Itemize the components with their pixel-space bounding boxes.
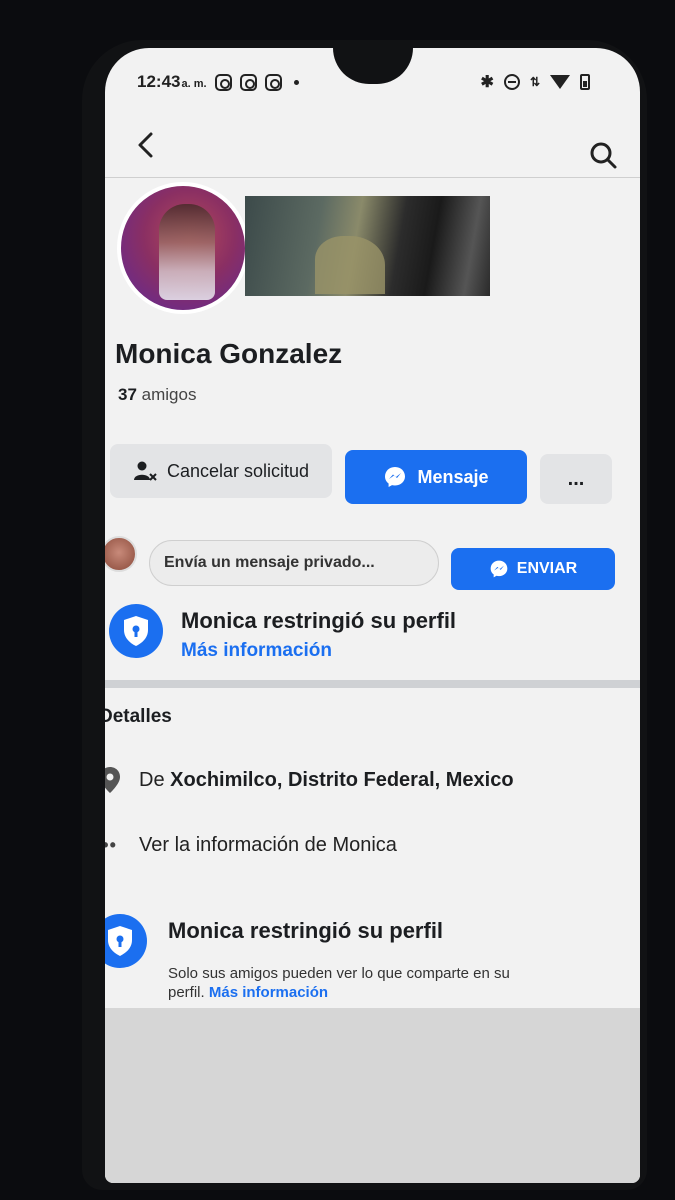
instagram-notification-icon [264, 73, 282, 91]
friends-count[interactable]: 37 amigos [118, 385, 196, 405]
avatar-photo [159, 204, 215, 300]
cancel-friend-request-icon [133, 461, 157, 481]
location-row: De Xochimilco, Distrito Federal, Mexico [105, 766, 514, 794]
more-options-button[interactable]: ... [540, 454, 612, 504]
cancel-request-label: Cancelar solicitud [166, 460, 310, 481]
send-label: ENVIAR [516, 560, 578, 577]
send-button[interactable]: ENVIAR [451, 548, 615, 590]
shield-lock-icon [109, 604, 163, 658]
empty-feed-area [105, 1008, 640, 1183]
shield-lock-icon [105, 914, 147, 968]
restriction-title: Monica restringió su perfil [181, 608, 457, 633]
private-message-input[interactable]: Envía un mensaje privado... [149, 540, 439, 586]
message-label: Mensaje [417, 466, 489, 487]
back-arrow-icon[interactable] [131, 130, 161, 160]
details-heading: Detalles [105, 706, 172, 727]
shield-glyph [108, 926, 132, 956]
message-button[interactable]: Mensaje [345, 450, 527, 504]
status-left: 12:43a. m. [137, 72, 299, 92]
do-not-disturb-icon [503, 74, 520, 90]
status-right: ✱ ⇅ [481, 72, 590, 92]
more-info-link[interactable]: Más información [209, 984, 328, 1001]
messenger-icon [490, 560, 508, 578]
profile-avatar[interactable] [117, 182, 249, 314]
more-dots-icon: ••• [105, 835, 117, 855]
location-pin-icon [105, 767, 120, 793]
wifi-icon [550, 75, 570, 89]
location-prefix: De [139, 768, 165, 791]
cancel-request-button[interactable]: Cancelar solicitud [110, 444, 332, 498]
status-time: 12:43a. m. [137, 72, 207, 91]
see-info-label: Ver la información de Monica [139, 834, 397, 856]
top-navigation [105, 118, 640, 178]
more-info-link[interactable]: Más información [181, 640, 332, 662]
instagram-notification-icon [214, 73, 232, 91]
see-info-row[interactable]: ••• Ver la información de Monica [105, 834, 397, 857]
bluetooth-icon: ✱ [480, 74, 494, 91]
friends-number: 37 [118, 385, 137, 404]
search-icon[interactable] [588, 140, 618, 170]
status-bar: 12:43a. m. ✱ ⇅ [105, 68, 640, 96]
friends-label: amigos [141, 385, 197, 404]
app-screen: 12:43a. m. ✱ ⇅ Monica Gonzalez 37 amigos… [105, 48, 640, 1183]
more-notifications-icon [293, 79, 299, 85]
more-options-label: ... [567, 467, 585, 490]
cover-photo[interactable] [245, 196, 490, 296]
location-value: Xochimilco, Distrito Federal, Mexico [170, 768, 514, 791]
section-divider [105, 680, 640, 688]
private-message-placeholder: Envía un mensaje privado... [164, 554, 375, 571]
profile-name: Monica Gonzalez [115, 338, 343, 369]
own-avatar [105, 536, 137, 572]
restriction-footer-title: Monica restringió su perfil [168, 918, 444, 943]
instagram-notification-icon [239, 73, 257, 91]
shield-glyph [124, 616, 148, 646]
cover-photo-detail [315, 236, 385, 294]
location-text: De Xochimilco, Distrito Federal, Mexico [139, 769, 514, 792]
restriction-footer-description: Solo sus amigos pueden ver lo que compar… [168, 964, 548, 1002]
messenger-icon [385, 467, 406, 487]
data-arrows-icon: ⇅ [529, 75, 540, 89]
battery-icon [580, 74, 590, 90]
